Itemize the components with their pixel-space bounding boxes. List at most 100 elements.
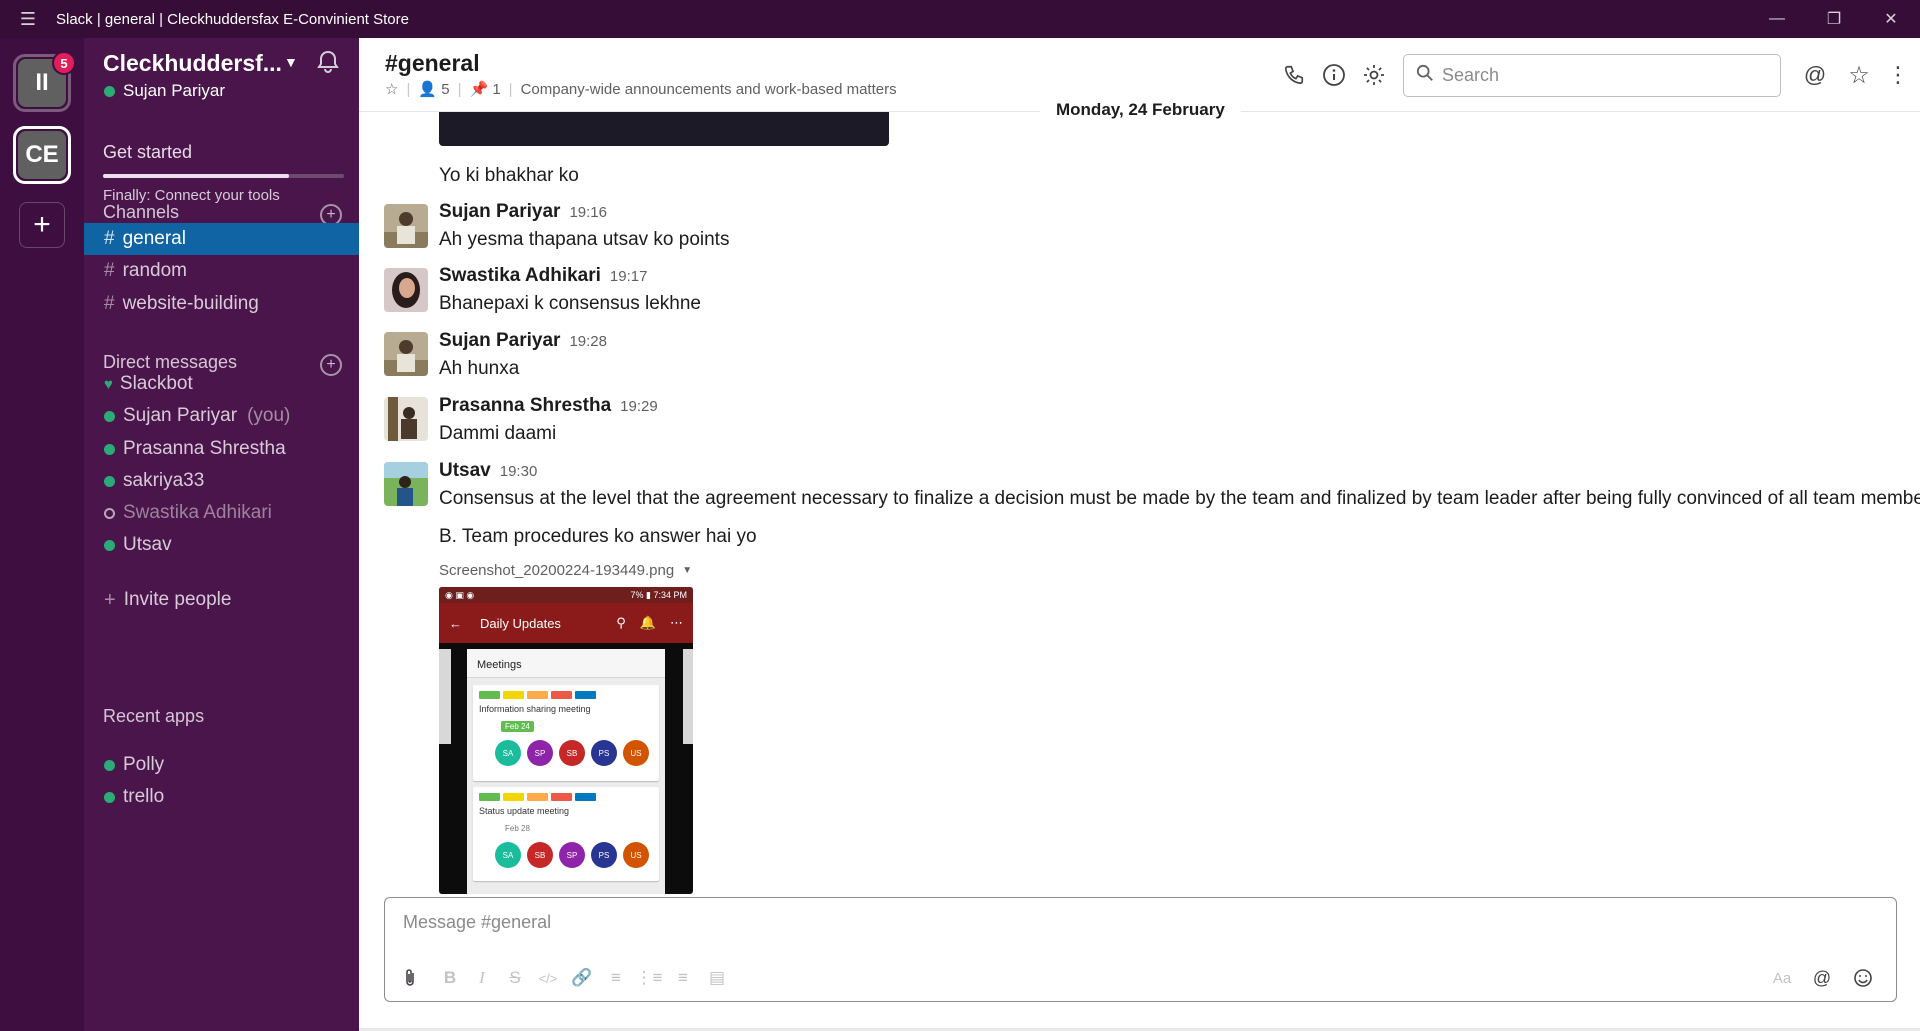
dm-name: Utsav xyxy=(123,534,172,555)
member-avatar: SP xyxy=(559,842,585,868)
caret-down-icon[interactable]: ▼ xyxy=(682,565,692,576)
code-block-icon[interactable]: ▤ xyxy=(705,966,729,990)
message-time[interactable]: 19:16 xyxy=(569,204,607,221)
phone-status-bar: ◉ ▣ ◉ 7% ▮ 7:34 PM xyxy=(439,587,693,603)
strikethrough-icon[interactable]: S xyxy=(503,966,527,990)
workspace-switcher-ce[interactable]: CE xyxy=(13,126,71,184)
author-name[interactable]: Utsav xyxy=(439,460,491,482)
pinned-count[interactable]: 1 xyxy=(492,81,500,98)
board-column: Meetings Information sharing meeting Feb… xyxy=(467,649,665,894)
blockquote-icon[interactable]: ≡ xyxy=(671,966,695,990)
card-labels xyxy=(473,685,659,702)
author-name[interactable]: Swastika Adhikari xyxy=(439,265,601,287)
card-label xyxy=(551,793,572,801)
avatar[interactable] xyxy=(384,204,428,248)
sidebar-item-trello[interactable]: trello xyxy=(84,781,359,813)
star-icon[interactable]: ☆ xyxy=(385,80,398,98)
member-avatar: SA xyxy=(495,740,521,766)
sidebar-item-sujan-pariyar[interactable]: Sujan Pariyar (you) xyxy=(84,400,359,432)
italic-icon[interactable]: I xyxy=(470,966,494,990)
pin-icon[interactable]: 📌 xyxy=(469,80,488,98)
previous-image-attachment[interactable] xyxy=(439,112,889,146)
close-icon[interactable]: ✕ xyxy=(1863,0,1919,38)
date-divider[interactable]: Monday, 24 February xyxy=(1040,98,1241,122)
channel-title[interactable]: #general xyxy=(385,50,480,77)
add-workspace-button[interactable]: + xyxy=(19,202,65,248)
file-name-text: Screenshot_20200224-193449.png xyxy=(439,562,675,579)
message-time[interactable]: 19:28 xyxy=(569,333,607,350)
card-labels xyxy=(473,787,659,804)
sidebar-item-website-building[interactable]: # website-building xyxy=(84,288,359,320)
restore-icon[interactable]: ❐ xyxy=(1806,0,1862,38)
channel-topic[interactable]: Company-wide announcements and work-base… xyxy=(521,81,897,98)
author-name[interactable]: Sujan Pariyar xyxy=(439,330,560,352)
team-name[interactable]: Cleckhuddersf... xyxy=(103,50,282,77)
author-name[interactable]: Prasanna Shrestha xyxy=(439,395,611,417)
recent-apps-heading[interactable]: Recent apps xyxy=(103,706,204,727)
channel-meta: ☆ | 👤 5 | 📌 1 | Company-wide announcemen… xyxy=(385,80,897,99)
info-icon[interactable] xyxy=(1321,62,1347,88)
search-box[interactable] xyxy=(1403,54,1781,97)
hamburger-menu-icon[interactable]: ☰ xyxy=(0,0,56,38)
sidebar-item-prasanna-shrestha[interactable]: Prasanna Shrestha xyxy=(84,433,359,465)
ordered-list-icon[interactable]: ≡ xyxy=(604,966,628,990)
avatar[interactable] xyxy=(384,332,428,376)
member-count[interactable]: 5 xyxy=(441,81,449,98)
message-time[interactable]: 19:17 xyxy=(610,268,648,285)
channels-heading[interactable]: Channels xyxy=(103,202,179,223)
app-name: trello xyxy=(123,786,165,807)
paperclip-icon[interactable] xyxy=(398,966,422,990)
chevron-down-icon[interactable]: ▼ xyxy=(284,54,298,70)
code-icon[interactable]: </> xyxy=(536,966,560,990)
bold-icon[interactable]: B xyxy=(438,966,462,990)
sidebar-item-general[interactable]: # general xyxy=(84,223,359,255)
sidebar-item-random[interactable]: # random xyxy=(84,255,359,287)
author-name[interactable]: Sujan Pariyar xyxy=(439,201,560,223)
message-header: Sujan Pariyar 19:16 xyxy=(439,201,607,223)
mention-icon[interactable]: @ xyxy=(1810,966,1834,990)
bell-icon[interactable] xyxy=(314,48,342,76)
channel-name: general xyxy=(122,228,186,249)
minimize-icon[interactable]: — xyxy=(1749,0,1805,38)
more-options-icon[interactable]: ⋮ xyxy=(1885,62,1911,88)
attachment-filename[interactable]: Screenshot_20200224-193449.png ▼ xyxy=(439,562,692,579)
emoji-icon[interactable] xyxy=(1851,966,1875,990)
text-style-toggle[interactable]: Aa xyxy=(1770,966,1794,990)
prev-column xyxy=(439,649,451,744)
sidebar-item-swastika-adhikari[interactable]: Swastika Adhikari xyxy=(84,497,359,529)
online-status-icon xyxy=(104,475,115,487)
sidebar-item-slackbot[interactable]: ♥ Slackbot xyxy=(84,368,359,400)
invite-people-button[interactable]: + Invite people xyxy=(84,584,359,616)
members-icon[interactable]: 👤 xyxy=(418,80,437,98)
starred-items-icon[interactable]: ☆ xyxy=(1846,62,1872,89)
column-title: Meetings xyxy=(467,649,665,678)
online-status-icon xyxy=(104,539,115,551)
sidebar-item-polly[interactable]: Polly xyxy=(84,749,359,781)
link-icon[interactable]: 🔗 xyxy=(570,966,594,990)
sidebar-item-utsav[interactable]: Utsav xyxy=(84,529,359,561)
due-date-badge: Feb 28 xyxy=(505,824,530,833)
member-avatar: PS xyxy=(591,842,617,868)
get-started-link[interactable]: Get started xyxy=(103,142,192,163)
gear-icon[interactable] xyxy=(1361,62,1387,88)
avatar[interactable] xyxy=(384,397,428,441)
message-text: Dammi daami xyxy=(439,423,557,444)
message-composer[interactable]: B I S </> 🔗 ≡ ⋮≡ ≡ ▤ Aa @ xyxy=(384,897,1897,1002)
mentions-icon[interactable]: @ xyxy=(1802,62,1828,88)
image-attachment[interactable]: ◉ ▣ ◉ 7% ▮ 7:34 PM ← Daily Updates ⚲ 🔔 ⋯… xyxy=(439,587,693,894)
message-header: Swastika Adhikari 19:17 xyxy=(439,265,647,287)
search-input[interactable] xyxy=(1442,65,1762,86)
bulleted-list-icon[interactable]: ⋮≡ xyxy=(636,966,663,990)
back-arrow-icon: ← xyxy=(449,615,462,631)
current-user[interactable]: Sujan Pariyar xyxy=(104,81,225,101)
message-input[interactable] xyxy=(403,912,1863,942)
message-time[interactable]: 19:30 xyxy=(500,463,538,480)
phone-icon[interactable] xyxy=(1281,62,1307,88)
member-avatar: SA xyxy=(495,842,521,868)
workspace-switcher-ii[interactable]: II 5 xyxy=(13,51,76,112)
avatar[interactable] xyxy=(384,462,428,506)
sidebar-item-sakriya33[interactable]: sakriya33 xyxy=(84,465,359,497)
avatar[interactable] xyxy=(384,268,428,312)
away-status-icon xyxy=(104,507,115,519)
message-time[interactable]: 19:29 xyxy=(620,398,658,415)
